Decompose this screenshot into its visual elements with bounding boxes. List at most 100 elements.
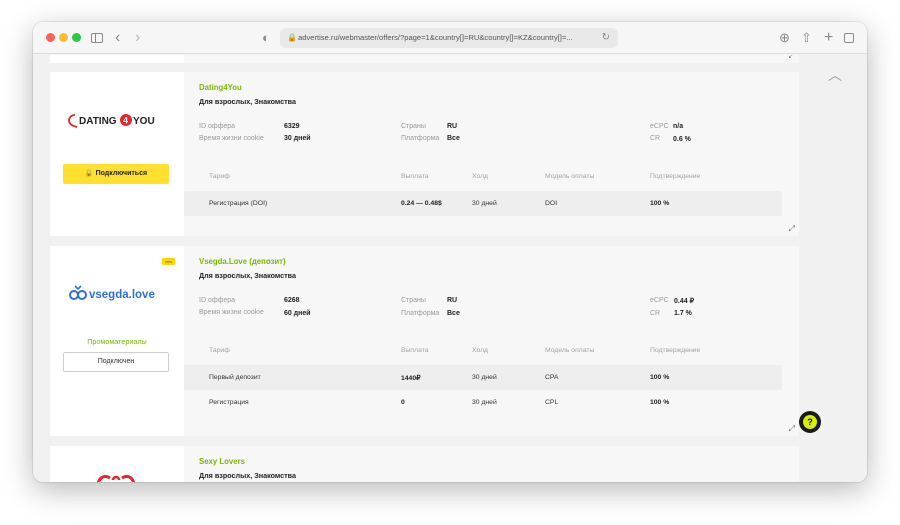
ecpc-value: n/a [673,123,684,130]
browser-window: ‹ › ◐ 🔒 advertise.ru/webmaster/offers/?p… [33,22,867,482]
svg-text:vsegda.love: vsegda.love [89,289,155,301]
offer-details: Dating4You Для взрослых, Знакомства ID о… [184,72,799,236]
offer-details: Sexy Lovers Для взрослых, Знакомства [184,446,799,482]
confirm-cell: 100 % [650,374,670,381]
offer-card: DATING 4 YOU 🔒 Подключиться Dating4You Д… [50,72,799,236]
tariff-cell: Регистрация [209,399,249,406]
offer-id-label: ID оффера [199,123,236,130]
sexy-lovers-logo [97,474,135,482]
offer-category: Для взрослых, Знакомства [199,471,296,480]
ecpc-label: eCPC [650,123,669,130]
page-content: ⤢ DATING 4 YOU 🔒 Подключиться Dating4You… [33,55,867,482]
download-icon[interactable]: ⊕ [779,28,790,48]
hold-cell: 30 дней [472,374,497,381]
col-confirm: Подтверждение [650,173,701,180]
lock-icon: 🔒 [287,33,297,42]
ecpc-label: eCPC [650,297,669,304]
cr-value: 0.6 % [673,136,691,143]
new-tab-icon[interactable]: + [824,28,833,48]
offer-card: Sexy Lovers Для взрослых, Знакомства [50,446,799,482]
offer-id-value: 6268 [284,297,300,304]
minimize-window-button[interactable] [59,33,68,42]
col-tariff: Тариф [209,173,230,180]
cr-label: CR [650,135,661,142]
table-row: Регистрация 0 30 дней CPL 100 % [184,390,782,415]
share-icon[interactable]: ⇧ [801,28,812,48]
new-badge: new [162,258,175,265]
cr-value: 1.7 % [674,310,692,317]
privacy-shield-icon[interactable]: ◐ [262,28,270,48]
confirm-cell: 100 % [650,399,670,406]
connect-button[interactable]: 🔒 Подключиться [63,164,169,184]
countries-value: RU [447,297,458,304]
help-icon[interactable] [799,411,821,433]
col-payout: Выплата [401,347,429,354]
dating4you-logo: DATING 4 YOU [68,114,155,128]
platform-label: Платформа [401,310,440,317]
logo-digit: 4 [123,116,128,126]
col-payout: Выплата [401,173,429,180]
col-model: Модель оплаты [545,173,595,180]
cr-label: CR [650,310,661,317]
cookie-label: Время жизни cookie [199,309,264,316]
zoom-window-button[interactable] [72,33,81,42]
offer-card-previous: ⤢ [50,55,799,63]
model-cell: CPL [545,399,559,406]
tariff-cell: Первый депозит [209,374,261,381]
vsegda-love-logo: vsegda.love [69,285,155,301]
offer-title[interactable]: Vsegda.Love (депозит) [199,257,286,266]
promo-materials-link[interactable]: Промоматериалы [50,337,184,346]
table-row: Первый депозит 1440₽ 30 дней CPA 100 % [184,365,782,390]
expand-icon[interactable]: ⤢ [789,55,795,61]
tariff-cell: Регистрация (DOI) [209,200,268,207]
scroll-up-icon[interactable]: ︿ [828,65,842,85]
expand-icon[interactable]: ⤢ [789,224,795,234]
cookie-value: 30 дней [284,135,311,142]
back-icon[interactable]: ‹ [115,28,120,48]
payout-cell: 0.24 — 0.48$ [401,200,442,207]
svg-text:YOU: YOU [133,116,155,127]
model-cell: CPA [545,374,559,381]
platform-value: Все [447,310,460,317]
col-hold: Холд [472,173,489,180]
table-row: Регистрация (DOI) 0.24 — 0.48$ 30 дней D… [184,191,782,216]
offer-details: Vsegda.Love (депозит) Для взрослых, Знак… [184,246,799,436]
forward-icon[interactable]: › [135,28,140,48]
hold-cell: 30 дней [472,200,497,207]
offer-id-label: ID оффера [199,297,236,304]
address-bar[interactable]: 🔒 advertise.ru/webmaster/offers/?page=1&… [280,28,618,48]
offer-category: Для взрослых, Знакомства [199,271,296,280]
platform-value: Все [447,135,460,142]
svg-text:DATING: DATING [79,116,117,127]
sidebar-toggle-icon[interactable] [91,33,103,43]
col-confirm: Подтверждение [650,347,701,354]
col-tariff: Тариф [209,347,230,354]
cookie-label: Время жизни cookie [199,135,264,142]
lock-icon: 🔒 [84,170,96,177]
cookie-value: 60 дней [284,310,311,317]
reload-icon[interactable]: ↻ [602,28,610,48]
offer-title[interactable]: Sexy Lovers [199,457,245,466]
offer-logo-panel [50,446,184,482]
tab-overview-icon[interactable] [844,33,854,43]
ecpc-value: 0.44 ₽ [674,298,695,305]
countries-label: Страны [401,123,426,130]
connected-button[interactable]: Подключен [63,352,169,372]
url-text: advertise.ru/webmaster/offers/?page=1&co… [298,33,573,42]
expand-icon[interactable]: ⤢ [789,424,795,434]
offer-logo-panel: new vsegda.love Промоматериалы Подключен [50,246,184,436]
hold-cell: 30 дней [472,399,497,406]
confirm-cell: 100 % [650,200,670,207]
col-hold: Холд [472,347,489,354]
payout-cell: 1440₽ [401,375,421,382]
offer-title[interactable]: Dating4You [199,83,242,92]
browser-toolbar: ‹ › ◐ 🔒 advertise.ru/webmaster/offers/?p… [33,22,867,54]
platform-label: Платформа [401,135,440,142]
payout-cell: 0 [401,399,405,406]
close-window-button[interactable] [46,33,55,42]
countries-label: Страны [401,297,426,304]
offer-logo-panel: DATING 4 YOU 🔒 Подключиться [50,72,184,236]
offer-card: new vsegda.love Промоматериалы Подключен… [50,246,799,436]
offer-id-value: 6329 [284,123,300,130]
countries-value: RU [447,123,458,130]
